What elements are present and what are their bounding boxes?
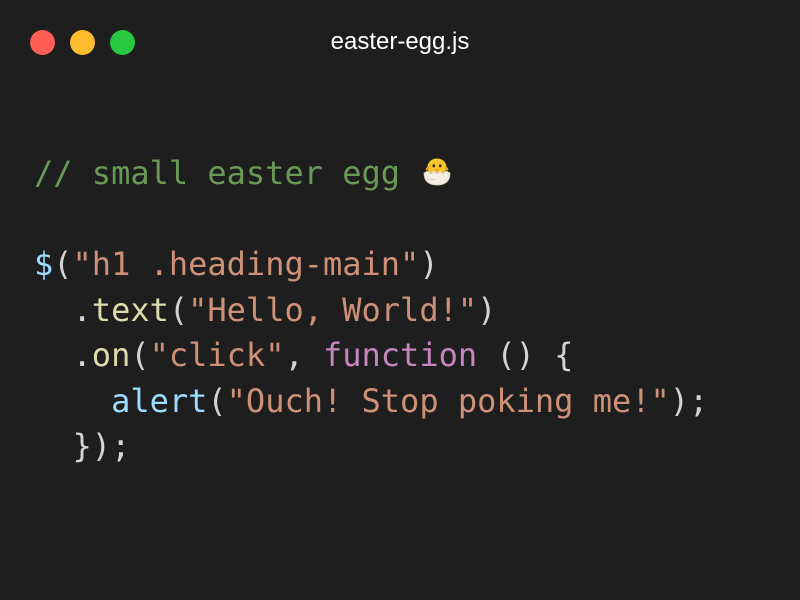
code-token-default: ( (168, 290, 189, 329)
code-line: .on("click", function () { (34, 333, 708, 379)
code-window: easter-egg.js // small easter egg $("h1 … (0, 0, 800, 600)
code-token-default: }); (34, 427, 131, 465)
code-token-default: ( (207, 381, 227, 420)
title-bar: easter-egg.js (0, 0, 800, 84)
code-token-default (34, 382, 111, 420)
code-line: .text("Hello, World!") (34, 288, 708, 334)
code-line: alert("Ouch! Stop poking me!"); (34, 379, 708, 425)
window-title: easter-egg.js (330, 28, 470, 55)
hatching-chick-icon (419, 154, 455, 190)
code-token-default: ( (53, 245, 73, 283)
code-token-identifier: $ (34, 245, 54, 283)
code-line: $("h1 .heading-main") (34, 242, 708, 288)
code-token-method: text (91, 290, 169, 329)
code-token-default: ) (477, 290, 497, 329)
code-token-default: . (34, 290, 92, 329)
code-token-method: on (91, 336, 131, 374)
code-token-comment: // small easter egg (34, 154, 420, 192)
code-token-default: . (34, 336, 92, 374)
code-token-default: ) (419, 245, 439, 283)
code-line: // small easter egg (34, 151, 708, 197)
code-token-identifier: alert (111, 381, 208, 420)
code-token-string: "Hello, World!" (188, 290, 478, 329)
code-token-default: ( (130, 336, 150, 374)
code-token-string: "click" (149, 336, 285, 374)
code-token-default: , (284, 336, 323, 374)
code-line: }); (34, 424, 708, 470)
code-token-default: () { (477, 336, 574, 374)
code-editor: // small easter egg $("h1 .heading-main"… (34, 151, 708, 470)
code-token-default: ); (669, 381, 709, 420)
code-token-string: "Ouch! Stop poking me!" (226, 381, 670, 420)
code-token-keyword: function (322, 336, 478, 374)
code-token-string: "h1 .heading-main" (72, 245, 420, 283)
